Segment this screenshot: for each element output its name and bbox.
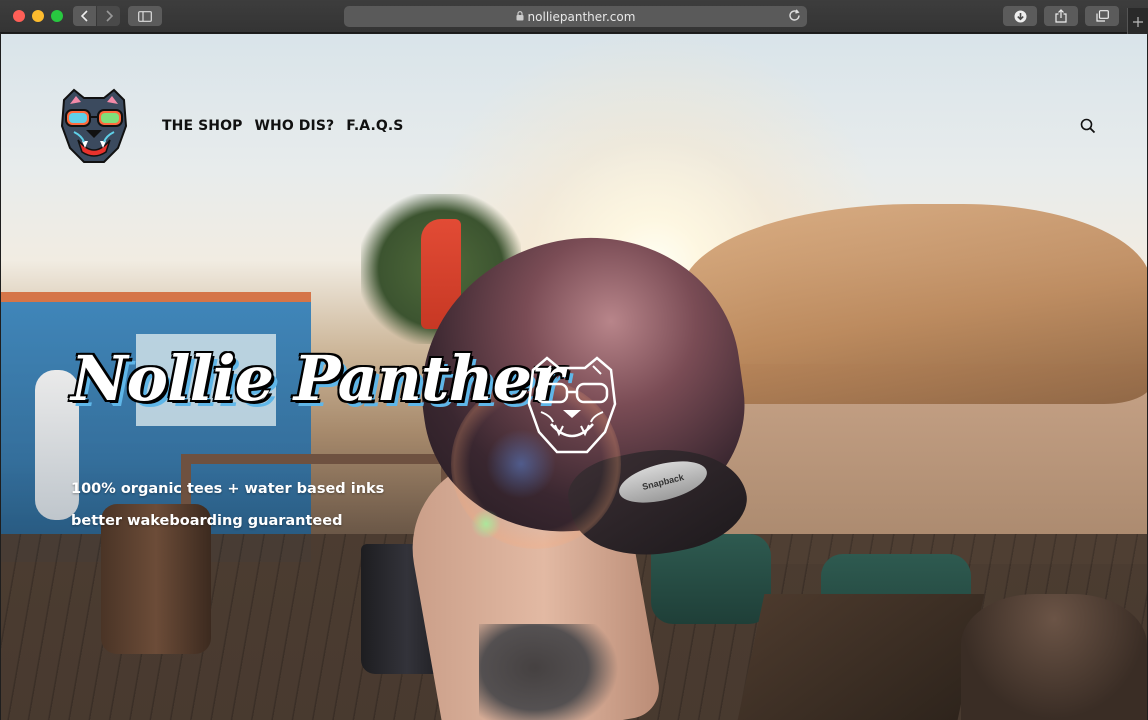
plus-icon <box>1133 16 1143 27</box>
browser-toolbar: nolliepanther.com <box>0 0 1148 35</box>
tabs-overview-icon <box>1095 10 1109 22</box>
main-navigation: THE SHOP WHO DIS? F.A.Q.S <box>162 118 404 134</box>
new-tab-button[interactable] <box>1127 8 1148 35</box>
downloads-button[interactable] <box>1003 6 1037 26</box>
site-logo[interactable] <box>56 86 132 164</box>
nav-link-who-dis[interactable]: WHO DIS? <box>254 118 334 134</box>
sidebar-icon <box>138 10 152 22</box>
nav-link-faqs[interactable]: F.A.Q.S <box>346 118 403 134</box>
hero-tagline-organic: 100% organic tees + water based inks <box>71 481 385 497</box>
minimize-window-button[interactable] <box>32 10 44 22</box>
arm-tattoo <box>479 624 619 720</box>
panther-face-icon <box>527 356 617 454</box>
chevron-right-icon <box>105 10 113 22</box>
table <box>961 594 1147 720</box>
zoom-window-button[interactable] <box>51 10 63 22</box>
hero-wordmark: Nollie Panther <box>71 342 564 415</box>
thatched-roof <box>681 204 1147 404</box>
search-button[interactable] <box>1080 118 1096 134</box>
address-bar[interactable]: nolliepanther.com <box>344 6 807 27</box>
share-button[interactable] <box>1044 6 1078 26</box>
lock-icon <box>516 10 524 24</box>
share-icon <box>1055 9 1067 23</box>
forward-button[interactable] <box>97 6 120 26</box>
close-window-button[interactable] <box>13 10 25 22</box>
reload-icon[interactable] <box>788 9 801 25</box>
tab-overview-button[interactable] <box>1085 6 1119 26</box>
panther-emblem <box>521 352 623 460</box>
download-icon <box>1014 10 1026 22</box>
url-text: nolliepanther.com <box>527 9 636 24</box>
back-button[interactable] <box>73 6 96 26</box>
search-icon <box>1080 118 1096 134</box>
sidebar-toggle-button[interactable] <box>128 6 162 26</box>
chevron-left-icon <box>80 10 88 22</box>
nav-link-the-shop[interactable]: THE SHOP <box>162 118 242 134</box>
panther-logo-icon <box>60 88 128 163</box>
hero-tagline-wakeboarding: better wakeboarding guaranteed <box>71 513 343 529</box>
webpage-viewport: Snapback THE SHOP WHO DIS? F.A.Q.S Nolli… <box>1 34 1147 720</box>
wooden-chair <box>737 594 985 720</box>
